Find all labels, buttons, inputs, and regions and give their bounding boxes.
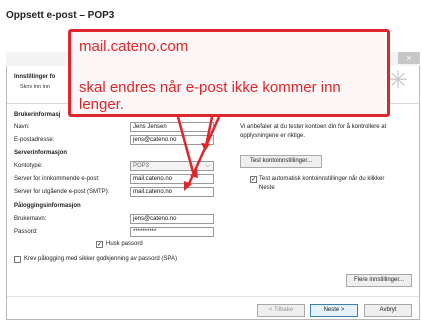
callout-line-2: skal endres når e-post ikke kommer inn l…: [79, 79, 341, 113]
arrow-to-incoming-server: [176, 115, 195, 174]
annotation-callout: mail.cateno.com skal endres når e-post i…: [68, 29, 390, 117]
arrow-head-email: [201, 143, 210, 151]
callout-line-1: mail.cateno.com: [79, 38, 189, 55]
